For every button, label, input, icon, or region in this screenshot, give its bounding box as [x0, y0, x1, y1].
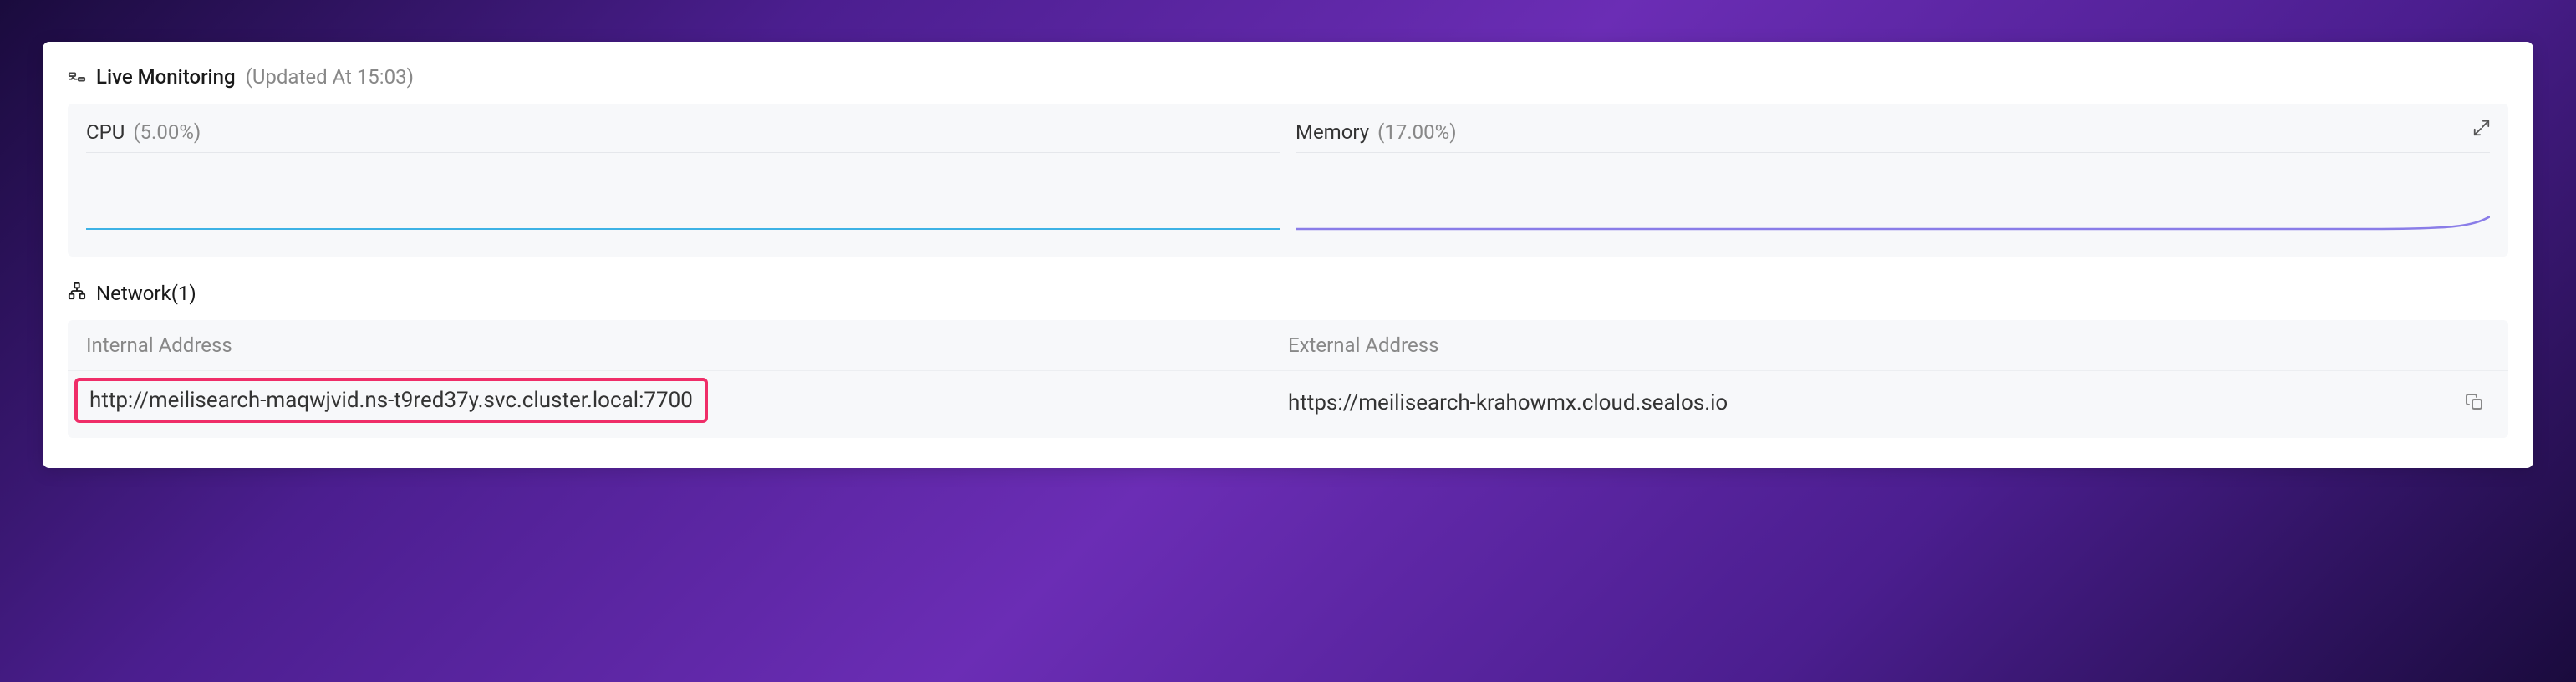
cpu-label-row: CPU (5.00%) [86, 120, 1280, 153]
memory-label-row: Memory (17.00%) [1296, 120, 2490, 153]
monitoring-card: Live Monitoring (Updated At 15:03) CPU (… [43, 42, 2533, 468]
network-title: Network(1) [96, 282, 196, 305]
memory-metric: Memory (17.00%) [1296, 120, 2490, 233]
copy-icon [2465, 392, 2485, 415]
network-header: Network(1) [68, 282, 2508, 305]
cpu-chart-line [86, 228, 1280, 230]
network-table: Internal Address External Address http:/… [68, 320, 2508, 438]
metrics-panel: CPU (5.00%) Memory (17.00%) [68, 104, 2508, 257]
internal-address-value[interactable]: http://meilisearch-maqwjvid.ns-t9red37y.… [89, 388, 693, 413]
cpu-metric: CPU (5.00%) [86, 120, 1280, 233]
expand-button[interactable] [2470, 117, 2493, 140]
monitoring-header: Live Monitoring (Updated At 15:03) [68, 65, 2508, 89]
external-address-cell: https://meilisearch-krahowmx.cloud.sealo… [1288, 387, 2490, 420]
internal-address-cell: http://meilisearch-maqwjvid.ns-t9red37y.… [86, 383, 1288, 423]
cpu-chart [86, 158, 1280, 233]
network-table-row: http://meilisearch-maqwjvid.ns-t9red37y.… [68, 371, 2508, 438]
external-address-value[interactable]: https://meilisearch-krahowmx.cloud.sealo… [1288, 390, 1728, 415]
monitoring-title: Live Monitoring [96, 65, 236, 89]
monitoring-updated: (Updated At 15:03) [246, 65, 414, 89]
internal-address-highlight: http://meilisearch-maqwjvid.ns-t9red37y.… [74, 378, 708, 423]
memory-chart-line [1296, 208, 2490, 233]
external-address-header: External Address [1288, 333, 2490, 357]
internal-address-header: Internal Address [86, 333, 1288, 357]
activity-icon [68, 68, 86, 86]
memory-title: Memory [1296, 120, 1369, 144]
cpu-value: (5.00%) [133, 120, 201, 144]
expand-icon [2472, 119, 2491, 140]
network-table-head: Internal Address External Address [68, 320, 2508, 371]
memory-chart [1296, 158, 2490, 233]
memory-value: (17.00%) [1377, 120, 1456, 144]
network-icon [68, 282, 86, 305]
copy-button[interactable] [2460, 387, 2490, 420]
cpu-title: CPU [86, 120, 125, 144]
